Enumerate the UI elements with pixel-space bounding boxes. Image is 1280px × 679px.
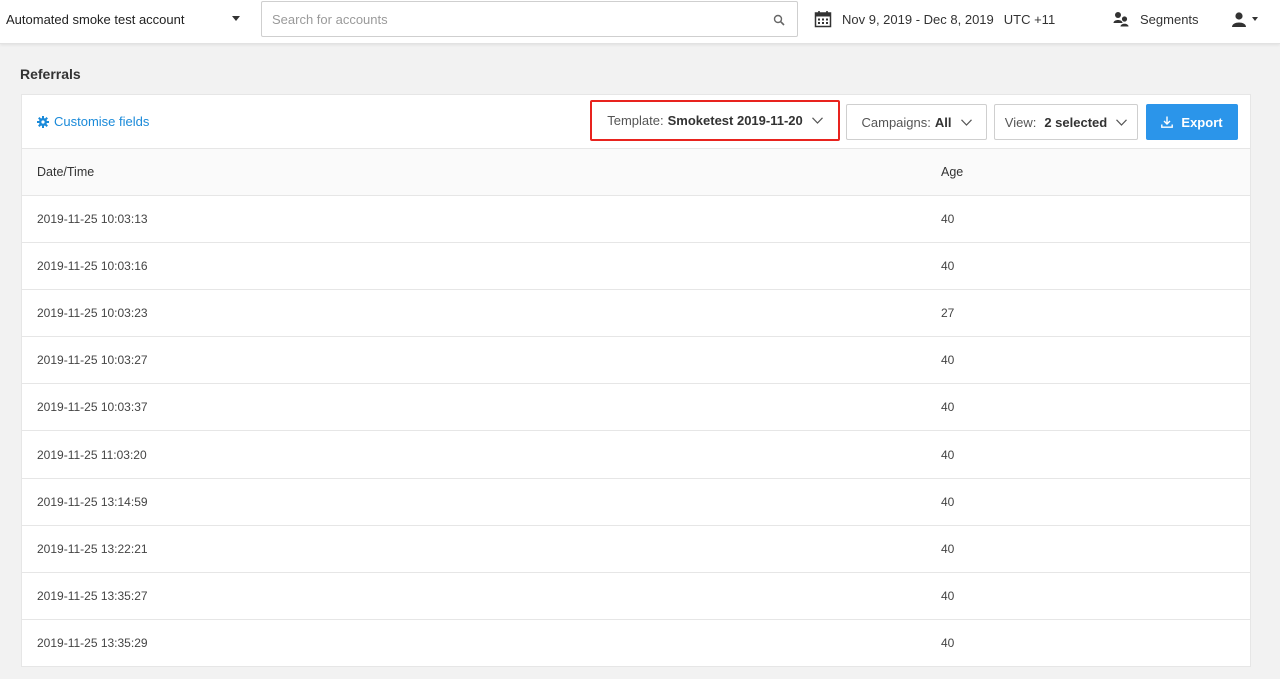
segments-icon [1113,12,1129,27]
account-search [261,1,798,37]
date-range-text: Nov 9, 2019 - Dec 8, 2019 [842,11,994,27]
date-range-picker[interactable]: Nov 9, 2019 - Dec 8, 2019 UTC +11 [814,0,1055,38]
cell-age: 40 [941,336,1250,385]
table-toolbar: Customise fields Template: Smoketest 201… [22,95,1250,149]
campaigns-label: Campaigns: [861,114,931,130]
chevron-down-icon [1116,118,1128,126]
user-menu[interactable] [1231,0,1258,38]
account-selector[interactable]: Automated smoke test account [6,0,246,38]
cell-age: 40 [941,195,1250,243]
cell-datetime: 2019-11-25 13:14:59 [22,478,941,526]
campaigns-dropdown[interactable]: Campaigns: All [846,104,987,140]
cell-datetime: 2019-11-25 10:03:37 [22,383,941,432]
export-label: Export [1181,114,1223,130]
download-icon [1161,116,1174,128]
cell-age: 40 [941,572,1250,621]
table-row[interactable]: 2019-11-25 13:35:29 40 [22,619,1250,668]
table-row[interactable]: 2019-11-25 10:03:13 40 [22,195,1250,243]
view-dropdown[interactable]: View: 2 selected [994,104,1138,140]
template-label: Template: [607,113,664,128]
referrals-panel: Customise fields Template: Smoketest 201… [21,94,1251,668]
cell-datetime: 2019-11-25 11:03:20 [22,430,941,479]
customise-fields-label: Customise fields [54,114,150,129]
timezone-text: UTC +11 [1003,11,1056,27]
caret-down-icon [232,16,240,21]
segments-label: Segments [1140,11,1199,27]
table-row[interactable]: 2019-11-25 13:14:59 40 [22,478,1250,526]
cell-datetime: 2019-11-25 10:03:13 [22,195,941,243]
cell-datetime: 2019-11-25 13:35:27 [22,572,941,621]
referrals-table: Date/Time Age 2019-11-25 10:03:13 40 201… [22,149,1250,668]
caret-down-icon [1252,17,1258,21]
cell-datetime: 2019-11-25 13:22:21 [22,525,941,574]
cell-datetime: 2019-11-25 10:03:16 [22,242,941,290]
cell-datetime: 2019-11-25 10:03:27 [22,336,941,385]
calendar-icon [814,11,832,28]
view-label: View: [1004,114,1037,130]
table-row[interactable]: 2019-11-25 13:35:27 40 [22,572,1250,621]
cell-age: 40 [941,242,1250,290]
table-header-row: Date/Time Age [22,149,1250,196]
campaigns-value: All [934,114,952,130]
template-dropdown[interactable]: Template: Smoketest 2019-11-20 [590,100,840,141]
segments-button[interactable]: Segments [1112,0,1199,38]
account-name: Automated smoke test account [6,11,185,27]
table-row[interactable]: 2019-11-25 10:03:23 27 [22,289,1250,338]
view-value: 2 selected [1044,114,1108,130]
cell-age: 40 [941,525,1250,574]
page-title: Referrals [20,66,81,82]
customise-fields-link[interactable]: Customise fields [37,114,149,129]
table-row[interactable]: 2019-11-25 11:03:20 40 [22,430,1250,479]
cell-age: 40 [941,478,1250,526]
cell-age: 40 [941,619,1250,668]
table-row[interactable]: 2019-11-25 10:03:16 40 [22,242,1250,290]
gear-icon [37,115,49,128]
user-icon [1232,12,1246,27]
table-row[interactable]: 2019-11-25 13:22:21 40 [22,525,1250,574]
search-icon[interactable] [773,14,785,26]
cell-datetime: 2019-11-25 13:35:29 [22,619,941,668]
table-row[interactable]: 2019-11-25 10:03:37 40 [22,383,1250,432]
cell-age: 40 [941,430,1250,479]
cell-age: 40 [941,383,1250,432]
chevron-down-icon [811,117,823,124]
search-input[interactable] [272,4,762,34]
chevron-down-icon [960,118,972,126]
template-value: Smoketest 2019-11-20 [667,113,803,128]
column-header-datetime[interactable]: Date/Time [22,149,941,196]
top-bar: Automated smoke test account Nov 9, 2019… [0,0,1280,44]
table-row[interactable]: 2019-11-25 10:03:27 40 [22,336,1250,385]
column-header-age[interactable]: Age [941,149,1250,196]
cell-datetime: 2019-11-25 10:03:23 [22,289,941,338]
export-button[interactable]: Export [1146,104,1238,140]
cell-age: 27 [941,289,1250,338]
